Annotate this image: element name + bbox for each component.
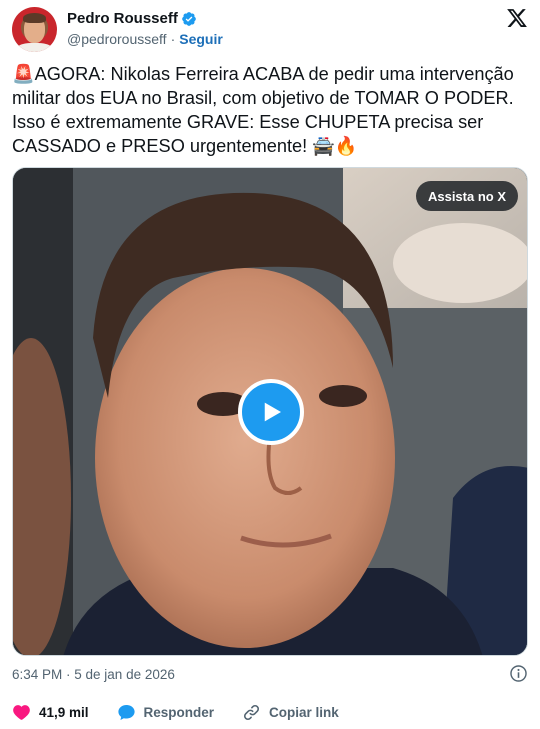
play-button[interactable]: [238, 379, 304, 445]
x-logo-icon[interactable]: [506, 7, 528, 29]
reply-button[interactable]: Responder: [117, 703, 215, 722]
copy-link-label: Copiar link: [269, 704, 339, 720]
reply-label: Responder: [143, 704, 215, 720]
separator-dot: ·: [170, 31, 176, 47]
video-media[interactable]: Assista no X: [12, 167, 528, 656]
watch-on-x-button[interactable]: Assista no X: [415, 181, 518, 211]
heart-icon: [13, 704, 30, 720]
copy-link-button[interactable]: Copiar link: [242, 703, 339, 722]
tweet-meta: 6:34 PM · 5 de jan de 2026: [12, 664, 528, 684]
author-handle[interactable]: @pedrorousseff: [67, 31, 167, 47]
reply-bubble-icon: [117, 704, 135, 720]
tweet-actions: 41,9 mil Responder Copiar link: [12, 700, 528, 724]
author-name-row: Pedro Rousseff: [67, 10, 197, 27]
author-handle-row: @pedrorousseff · Seguir: [67, 31, 223, 47]
like-button[interactable]: 41,9 mil: [12, 703, 89, 722]
author-name[interactable]: Pedro Rousseff: [67, 10, 178, 27]
link-icon: [244, 704, 260, 720]
verified-badge-icon: [182, 11, 196, 26]
author-avatar[interactable]: [12, 7, 57, 52]
tweet-header: Pedro Rousseff @pedrorousseff · Seguir: [12, 7, 528, 53]
tweet-timestamp[interactable]: 6:34 PM · 5 de jan de 2026: [12, 667, 175, 682]
follow-button[interactable]: Seguir: [179, 31, 223, 47]
like-count: 41,9 mil: [39, 704, 89, 720]
info-icon[interactable]: [509, 664, 528, 683]
tweet-text: 🚨AGORA: Nikolas Ferreira ACABA de pedir …: [12, 64, 519, 156]
play-icon: [264, 402, 281, 422]
